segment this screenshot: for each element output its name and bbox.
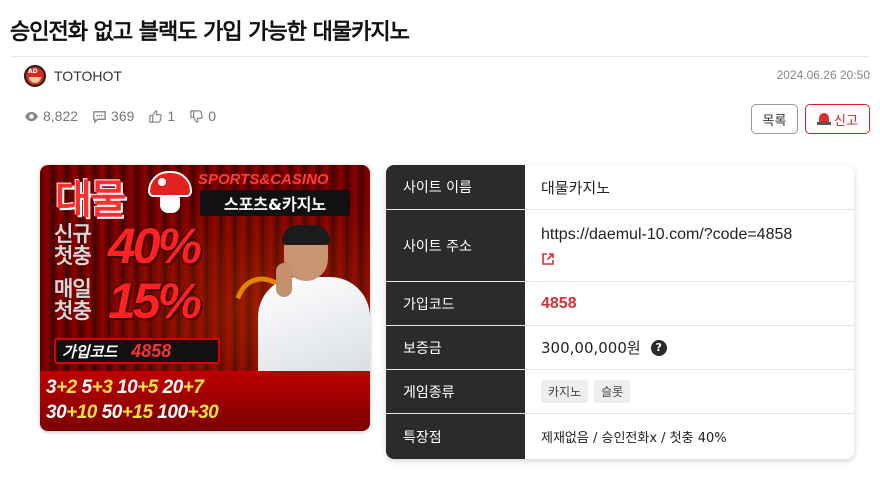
game-tag-slot: 슬롯 [594,380,631,403]
banner-sports-kr: 스포츠&카지노 [200,190,350,216]
banner-bonus-line-2: 30+10 50+15 100+30 [46,402,219,423]
banner-sports-en: SPORTS&CASINO [198,171,329,188]
comments-stat: 369 [92,108,134,124]
comment-icon [93,110,106,124]
games-label: 게임종류 [386,370,525,413]
banner-code-value: 4858 [131,340,172,361]
info-row-deposit: 보증금 300,00,000원 ? [386,326,854,370]
info-row-code: 가입코드 4858 [386,282,854,326]
banner-code-box: 가입코드 4858 [54,338,220,364]
author-block[interactable]: AD TOTOHOT [24,64,122,88]
features-value: 제재없음 / 승인전화x / 첫충 40% [541,431,727,446]
list-button[interactable]: 목록 [751,104,798,134]
site-url-label: 사이트 주소 [386,210,525,281]
banner-line2-pct: 15% [108,273,202,329]
banner-line2-label-a: 매일 [54,277,92,301]
info-row-games: 게임종류 카지노 슬롯 [386,370,854,414]
game-tag-casino: 카지노 [541,380,589,403]
thumbs-down-icon [190,109,204,123]
dislikes-count: 0 [208,108,216,124]
mushroom-logo-icon [148,171,192,213]
code-label: 가입코드 [386,282,525,325]
site-name-value: 대물카지노 [541,178,611,197]
siren-icon [817,113,832,125]
banner-player-figure [250,225,370,387]
eye-icon [24,111,39,121]
signup-code-value: 4858 [541,294,577,312]
site-info-table: 사이트 이름 대물카지노 사이트 주소 https://daemul-10.co… [386,165,854,459]
banner-bonus-line-1: 3+2 5+3 10+5 20+7 [46,377,204,398]
banner-line1-pct: 40% [108,218,202,274]
site-name-label: 사이트 이름 [386,165,525,209]
external-link-icon[interactable] [541,252,555,266]
avatar[interactable]: AD [24,65,46,87]
banner-bonus-strip: 3+2 5+3 10+5 20+7 30+10 50+15 100+30 [40,371,370,431]
site-url-value[interactable]: https://daemul-10.com/?code=4858 [541,226,792,244]
deposit-value: 300,00,000원 [541,339,641,357]
views-count: 8,822 [43,108,79,124]
views-stat: 8,822 [24,108,78,124]
info-row-site-name: 사이트 이름 대물카지노 [386,165,854,210]
banner-line1-label-b: 첫충 [54,244,92,268]
help-icon[interactable]: ? [650,339,667,356]
banner-line2-label-b: 첫충 [54,299,92,323]
post-stats: 8,822 369 1 0 [24,108,216,124]
post-date: 2024.06.26 20:50 [776,68,870,82]
title-divider [10,56,870,57]
avatar-text: AD [28,68,38,75]
banner-line1-label-a: 신규 [54,222,92,246]
info-row-site-url: 사이트 주소 https://daemul-10.com/?code=4858 [386,210,854,282]
info-row-features: 특장점 제재없음 / 승인전화x / 첫충 40% [386,414,854,459]
deposit-label: 보증금 [386,326,525,369]
banner-code-label: 가입코드 [62,342,118,361]
thumbs-up-icon [149,109,163,123]
likes-stat[interactable]: 1 [148,108,175,124]
post-title: 승인전화 없고 블랙도 가입 가능한 대물카지노 [10,20,410,45]
comments-count: 369 [111,108,135,124]
features-label: 특장점 [386,414,525,459]
likes-count: 1 [167,108,176,124]
casino-banner-image[interactable]: 대물 SPORTS&CASINO 스포츠&카지노 신규 첫충 40% 매일 첫충… [40,165,370,431]
site-url-cell: https://daemul-10.com/?code=4858 [525,210,854,281]
dislikes-stat[interactable]: 0 [189,108,216,124]
report-label: 신고 [834,113,858,129]
author-name[interactable]: TOTOHOT [54,68,122,84]
report-button[interactable]: 신고 [805,104,870,134]
